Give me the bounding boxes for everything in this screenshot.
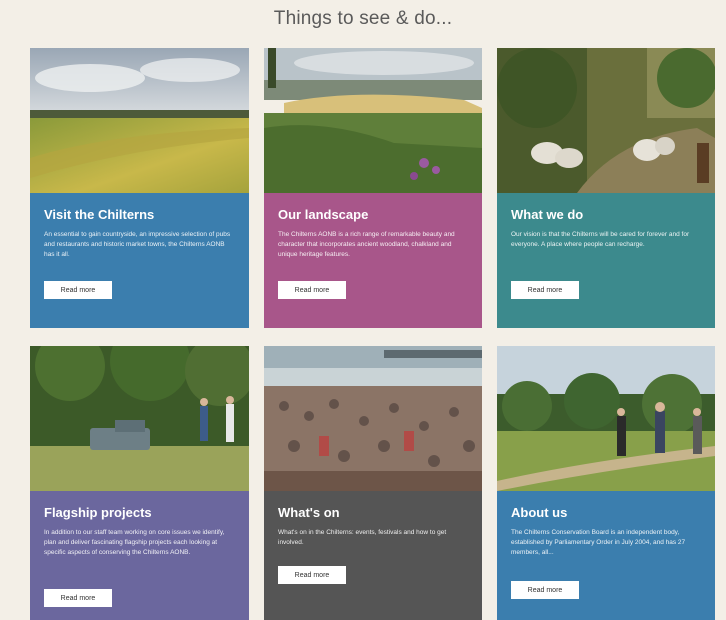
card-description: The Chilterns Conservation Board is an i… (511, 529, 686, 556)
card-body: Flagship projects In addition to our sta… (30, 491, 249, 620)
card-body: Visit the Chilterns An essential to gain… (30, 193, 249, 328)
card-body: What we do Our vision is that the Chilte… (497, 193, 715, 328)
read-more-button[interactable]: Read more (511, 281, 579, 299)
read-more-button[interactable]: Read more (44, 589, 112, 607)
card-what-we-do[interactable]: What we do Our vision is that the Chilte… (497, 48, 715, 328)
card-title: Visit the Chilterns (44, 207, 155, 222)
card-title: Our landscape (278, 207, 369, 222)
meadow-vehicle-image (30, 346, 249, 491)
card-description: What's on in the Chilterns: events, fest… (278, 529, 447, 546)
card-description: An essential to gain countryside, an imp… (44, 231, 231, 258)
landscape-hills-image (264, 48, 482, 193)
card-flagship-projects[interactable]: Flagship projects In addition to our sta… (30, 346, 249, 620)
card-description: The Chilterns AONB is a rich range of re… (278, 231, 455, 258)
page-title: Things to see & do... (273, 8, 453, 29)
read-more-button[interactable]: Read more (278, 566, 346, 584)
walkers-path-image (497, 346, 715, 491)
card-grid: Visit the Chilterns An essential to gain… (30, 48, 715, 620)
read-more-button[interactable]: Read more (511, 581, 579, 599)
card-whats-on[interactable]: What's on What's on in the Chilterns: ev… (264, 346, 482, 620)
crowd-image (264, 346, 482, 491)
card-description: In addition to our staff team working on… (44, 529, 225, 556)
sheep-image (497, 48, 715, 193)
card-body: About us The Chilterns Conservation Boar… (497, 491, 715, 620)
card-description: Our vision is that the Chilterns will be… (511, 231, 690, 248)
card-body: What's on What's on in the Chilterns: ev… (264, 491, 482, 620)
card-our-landscape[interactable]: Our landscape The Chilterns AONB is a ri… (264, 48, 482, 328)
card-about-us[interactable]: About us The Chilterns Conservation Boar… (497, 346, 715, 620)
read-more-button[interactable]: Read more (44, 281, 112, 299)
card-title: What we do (511, 207, 584, 222)
landscape-field-image (30, 48, 249, 193)
card-title: About us (511, 505, 568, 520)
card-title: What's on (278, 505, 340, 520)
read-more-button[interactable]: Read more (278, 281, 346, 299)
card-title: Flagship projects (44, 505, 152, 520)
card-body: Our landscape The Chilterns AONB is a ri… (264, 193, 482, 328)
card-visit-the-chilterns[interactable]: Visit the Chilterns An essential to gain… (30, 48, 249, 328)
